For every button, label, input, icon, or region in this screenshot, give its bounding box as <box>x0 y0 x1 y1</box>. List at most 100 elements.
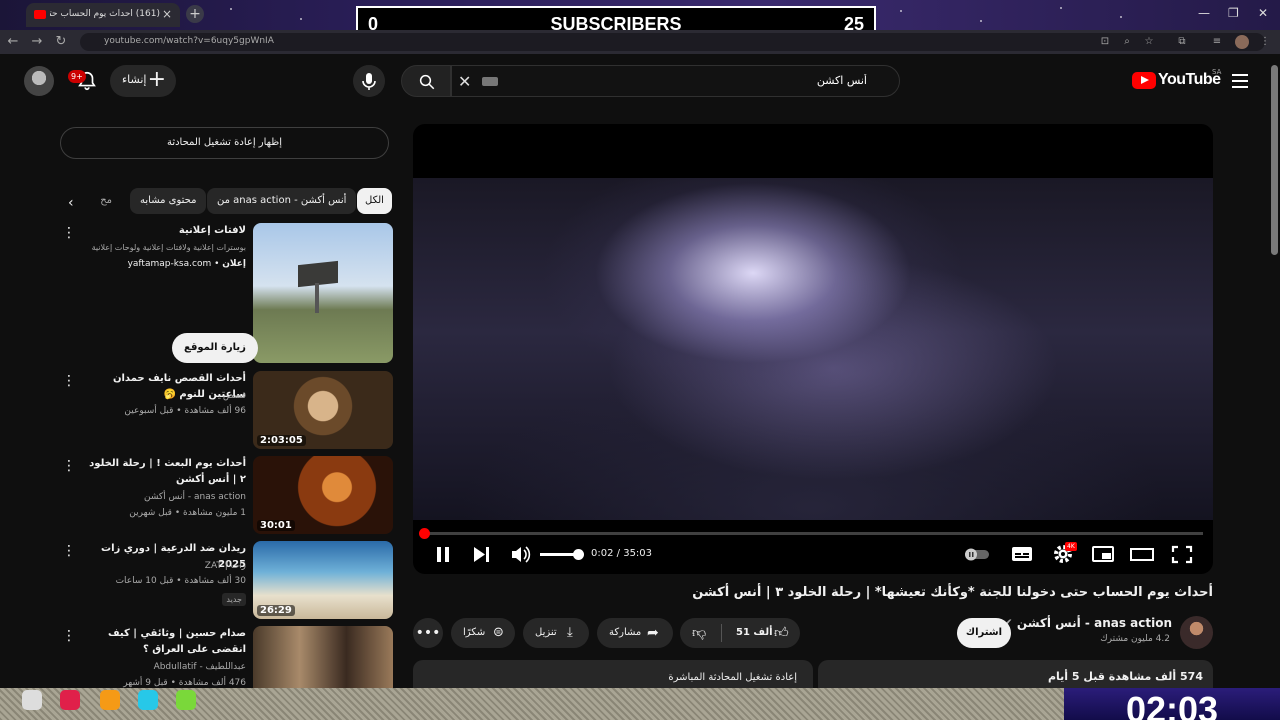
progress-bar[interactable] <box>418 528 1203 539</box>
address-bar[interactable]: youtube.com/watch?v=6uqy5gpWnIA <box>80 33 1265 51</box>
create-label: إنشاء <box>122 73 147 86</box>
progress-scrubber[interactable] <box>418 528 430 539</box>
profile-avatar-icon[interactable] <box>1235 35 1249 49</box>
install-icon[interactable]: ⊡ <box>1098 35 1112 49</box>
video-meta: 30 ألف مشاهدة • قبل 10 ساعات <box>115 576 246 586</box>
thanks-label: شكرًا <box>463 627 486 638</box>
pause-icon[interactable] <box>429 542 457 566</box>
subtitles-icon[interactable] <box>1008 542 1036 566</box>
volume-slider[interactable] <box>540 549 584 560</box>
back-icon[interactable]: ← <box>4 33 22 51</box>
thanks-icon: ⊜ <box>493 625 504 640</box>
browser-tab[interactable]: (161) أحداث يوم الحساب حتى... × <box>26 3 180 27</box>
country-code: SA <box>1212 68 1222 76</box>
thanks-button[interactable]: شكرًا ⊜ <box>451 618 515 648</box>
chip-all[interactable]: الكل <box>357 188 392 214</box>
video-channel[interactable]: عبداللطيف - Abdullatif <box>76 662 246 672</box>
filter-chips: ‹ مح محتوى مشابه من anas action - أنس أك… <box>60 186 393 216</box>
video-more-icon[interactable]: ⋮ <box>62 543 76 559</box>
maximize-icon[interactable]: ❐ <box>1228 6 1239 20</box>
url-text: youtube.com/watch?v=6uqy5gpWnIA <box>104 36 274 46</box>
clear-search-icon[interactable]: ✕ <box>458 72 471 91</box>
video-thumbnail[interactable]: 2:03:05 <box>253 371 393 449</box>
more-actions-icon[interactable]: ••• <box>413 618 443 648</box>
keyboard-icon[interactable] <box>482 77 498 86</box>
guide-menu-icon[interactable] <box>1232 74 1248 88</box>
ad-title[interactable]: لافتات إعلانية <box>81 223 246 239</box>
recommended-video[interactable]: 2:03:05 أحداث القصص نايف حمدان ساعتين لل… <box>60 371 393 449</box>
taskbar-app-icon[interactable] <box>176 690 196 710</box>
video-frame[interactable] <box>413 178 1213 520</box>
search-box[interactable] <box>451 65 900 97</box>
video-thumbnail[interactable]: 30:01 <box>253 456 393 534</box>
video-channel[interactable]: anas action - أنس أكشن <box>76 492 246 502</box>
video-more-icon[interactable]: ⋮ <box>62 458 76 474</box>
theater-mode-icon[interactable] <box>1128 542 1156 566</box>
dislike-icon[interactable]: 👎︎ <box>692 618 706 648</box>
chips-prev-icon[interactable]: ‹ <box>60 190 82 216</box>
recommended-video[interactable]: 26:29 ريدان ضد الدرعية | دوري زات 2025 ز… <box>60 541 393 619</box>
video-meta: 1 مليون مشاهدة • قبل شهرين <box>129 508 246 518</box>
minimize-icon[interactable]: — <box>1198 6 1210 20</box>
subscribe-button[interactable]: اشتراك <box>957 618 1011 648</box>
close-window-icon[interactable]: ✕ <box>1258 6 1268 20</box>
video-more-icon[interactable]: ⋮ <box>62 373 76 389</box>
scrollbar-thumb[interactable] <box>1271 65 1278 255</box>
extensions-icon[interactable]: ⧉ <box>1175 35 1189 49</box>
video-channel[interactable]: زات | ZAT <box>76 561 246 571</box>
miniplayer-icon[interactable] <box>1089 542 1117 566</box>
video-meta: 96 ألف مشاهدة • قبل أسبوعين <box>124 406 246 416</box>
voice-search-icon[interactable] <box>353 65 385 97</box>
video-thumbnail[interactable] <box>253 626 393 688</box>
video-more-icon[interactable]: ⋮ <box>62 628 76 644</box>
video-title[interactable]: أحداث يوم البعث ! | رحلة الخلود ٢ | أنس … <box>81 456 246 488</box>
share-button[interactable]: مشاركة ➦ <box>597 618 673 648</box>
ad-more-icon[interactable]: ⋮ <box>62 225 76 241</box>
download-button[interactable]: تنزيل ⤓ <box>523 618 589 648</box>
show-chat-replay-button[interactable]: إظهار إعادة تشغيل المحادثة <box>60 127 389 159</box>
video-channel[interactable]: قصص <box>76 391 246 401</box>
close-tab-icon[interactable]: × <box>162 7 172 21</box>
channel-name[interactable]: anas action - أنس أكشن ✔ <box>1003 616 1172 630</box>
video-thumbnail[interactable]: 26:29 <box>253 541 393 619</box>
sponsored-ad[interactable]: لافتات إعلانية بوسترات إعلانية ولافتات إ… <box>60 223 393 365</box>
download-icon: ⤓ <box>567 625 573 640</box>
taskbar-app-icon[interactable] <box>138 690 158 710</box>
video-title[interactable]: صدام حسين | وثائقي | كيف انقضى على العرا… <box>81 626 246 658</box>
chip-from-channel[interactable]: من anas action - أنس أكشن <box>207 188 357 214</box>
volume-knob[interactable] <box>573 549 584 560</box>
like-icon[interactable]: 👍︎ <box>774 618 789 648</box>
media-control-icon[interactable]: ≡ <box>1210 35 1224 49</box>
taskbar-app-icon[interactable] <box>100 690 120 710</box>
autoplay-toggle-icon[interactable] <box>963 542 991 566</box>
visit-site-button[interactable]: زيارة الموقع <box>172 333 258 363</box>
video-main-title: أحداث يوم الحساب حتى دخولنا للجنة *وكأنك… <box>692 585 1213 600</box>
channel-avatar[interactable] <box>1180 616 1213 649</box>
browser-menu-icon[interactable]: ⋮ <box>1258 35 1272 49</box>
share-icon: ➦ <box>647 625 659 641</box>
account-avatar[interactable] <box>24 66 54 96</box>
chip-partial[interactable]: مح <box>94 188 112 214</box>
search-button[interactable] <box>401 65 451 97</box>
recommended-video[interactable]: 30:01 أحداث يوم البعث ! | رحلة الخلود ٢ … <box>60 456 393 534</box>
zoom-icon[interactable]: ⌕ <box>1120 35 1134 49</box>
new-tab-button[interactable]: + <box>186 5 204 23</box>
create-button[interactable]: إنشاء + <box>110 65 176 97</box>
current-time: 0:02 <box>591 548 614 559</box>
recommended-video[interactable]: صدام حسين | وثائقي | كيف انقضى على العرا… <box>60 626 393 688</box>
like-count[interactable]: 51 ألف <box>736 618 773 648</box>
next-video-icon[interactable] <box>467 542 495 566</box>
reload-icon[interactable]: ↻ <box>52 33 70 51</box>
channel-name-text[interactable]: anas action - أنس أكشن <box>1017 616 1172 630</box>
fullscreen-icon[interactable] <box>1168 542 1196 566</box>
video-player[interactable]: 0:02 / 35:03 4K <box>413 124 1213 574</box>
forward-icon[interactable]: → <box>28 33 46 51</box>
taskbar-app-icon[interactable] <box>60 690 80 710</box>
chip-related[interactable]: محتوى مشابه <box>130 188 207 214</box>
search-input[interactable] <box>569 73 869 88</box>
bookmark-star-icon[interactable]: ☆ <box>1142 35 1156 49</box>
volume-icon[interactable] <box>507 542 535 566</box>
taskbar-app-icon[interactable] <box>22 690 42 710</box>
stream-clock-overlay: 02:03 <box>1064 688 1280 720</box>
ad-image[interactable] <box>253 223 393 363</box>
